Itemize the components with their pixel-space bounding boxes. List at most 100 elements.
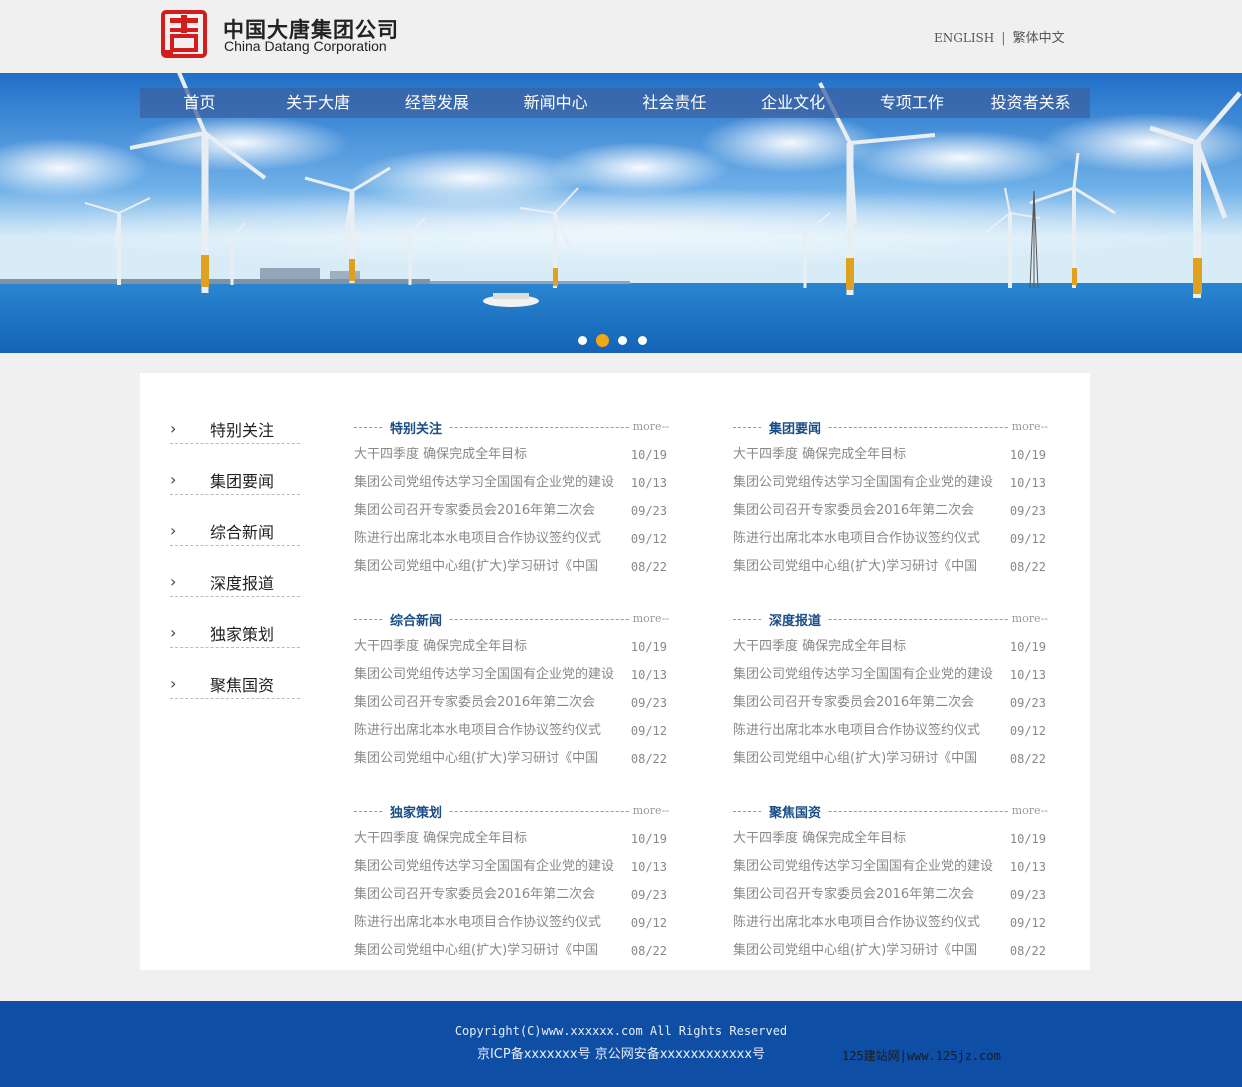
sidebar-item[interactable]: › 独家策划 <box>170 607 300 658</box>
more-link[interactable]: more-- <box>628 612 669 625</box>
news-date: 09/12 <box>630 724 667 738</box>
news-item[interactable]: 集团公司党组传达学习全国国有企业党的建设 10/13 <box>354 661 669 689</box>
news-item[interactable]: 大干四季度 确保完成全年目标 10/19 <box>733 633 1048 661</box>
news-date: 08/22 <box>1009 560 1046 574</box>
news-title: 集团公司召开专家委员会2016年第二次会 <box>354 503 596 518</box>
lang-traditional-link[interactable]: 繁体中文 <box>1013 31 1065 46</box>
news-date: 09/23 <box>630 504 667 518</box>
news-item[interactable]: 集团公司党组传达学习全国国有企业党的建设 10/13 <box>733 469 1048 497</box>
news-item[interactable]: 集团公司党组传达学习全国国有企业党的建设 10/13 <box>733 853 1048 881</box>
news-item[interactable]: 集团公司党组传达学习全国国有企业党的建设 10/13 <box>354 469 669 497</box>
more-link[interactable]: more-- <box>628 420 669 433</box>
footer-icp: 京ICP备xxxxxxx号 京公网安备xxxxxxxxxxxx号 <box>476 1047 766 1062</box>
news-item[interactable]: 陈进行出席北本水电项目合作协议签约仪式 09/12 <box>733 909 1048 937</box>
news-date: 08/22 <box>1009 944 1046 958</box>
news-item[interactable]: 大干四季度 确保完成全年目标 10/19 <box>354 441 669 469</box>
news-item[interactable]: 集团公司党组中心组(扩大)学习研讨《中国 08/22 <box>354 745 669 773</box>
slider-dots <box>578 332 658 348</box>
slider-dot[interactable] <box>596 333 609 347</box>
more-link[interactable]: more-- <box>1007 612 1048 625</box>
nav-item-special[interactable]: 专项工作 <box>853 88 972 118</box>
chevron-right-icon: › <box>170 470 177 489</box>
news-date: 09/23 <box>1009 888 1046 902</box>
news-item[interactable]: 陈进行出席北本水电项目合作协议签约仪式 09/12 <box>733 717 1048 745</box>
sidebar-item[interactable]: › 深度报道 <box>170 556 300 607</box>
news-item[interactable]: 集团公司召开专家委员会2016年第二次会 09/23 <box>733 497 1048 525</box>
news-title: 集团公司党组传达学习全国国有企业党的建设 <box>733 667 994 682</box>
news-date: 10/19 <box>630 448 667 462</box>
news-title: 集团公司党组中心组(扩大)学习研讨《中国 <box>354 559 599 574</box>
news-title: 陈进行出席北本水电项目合作协议签约仪式 <box>733 531 981 546</box>
news-item[interactable]: 大干四季度 确保完成全年目标 10/19 <box>733 441 1048 469</box>
news-section: 综合新闻 more-- 大干四季度 确保完成全年目标 10/19 集团公司党组传达学习全… <box>354 607 669 773</box>
news-title: 集团公司党组传达学习全国国有企业党的建设 <box>733 475 994 490</box>
section-title: 独家策划 <box>384 802 449 821</box>
news-title: 大干四季度 确保完成全年目标 <box>733 447 907 462</box>
section-title: 聚焦国资 <box>763 802 828 821</box>
news-item[interactable]: 集团公司召开专家委员会2016年第二次会 09/23 <box>733 689 1048 717</box>
news-item[interactable]: 大干四季度 确保完成全年目标 10/19 <box>354 633 669 661</box>
section-header: 特别关注 more-- <box>354 415 669 441</box>
news-item[interactable]: 陈进行出席北本水电项目合作协议签约仪式 09/12 <box>354 525 669 553</box>
sidebar-item[interactable]: › 聚焦国资 <box>170 658 300 709</box>
news-item[interactable]: 陈进行出席北本水电项目合作协议签约仪式 09/12 <box>733 525 1048 553</box>
more-label: more <box>632 804 662 817</box>
section-title: 综合新闻 <box>384 610 449 629</box>
logo[interactable]: 中国大唐集团公司 China Datang Corporation <box>160 10 410 60</box>
lang-english-link[interactable]: ENGLISH <box>934 31 994 45</box>
more-link[interactable]: more-- <box>1007 420 1048 433</box>
divider <box>170 647 300 648</box>
section-header: 深度报道 more-- <box>733 607 1048 633</box>
main-nav: 首页 关于大唐 经营发展 新闻中心 社会责任 企业文化 专项工作 投资者关系 <box>140 88 1090 118</box>
divider <box>170 545 300 546</box>
nav-item-investors[interactable]: 投资者关系 <box>971 88 1090 118</box>
news-item[interactable]: 陈进行出席北本水电项目合作协议签约仪式 09/12 <box>354 909 669 937</box>
sidebar-item[interactable]: › 综合新闻 <box>170 505 300 556</box>
news-date: 08/22 <box>630 560 667 574</box>
news-item[interactable]: 陈进行出席北本水电项目合作协议签约仪式 09/12 <box>354 717 669 745</box>
sidebar-item[interactable]: › 集团要闻 <box>170 454 300 505</box>
section-header: 独家策划 more-- <box>354 799 669 825</box>
news-item[interactable]: 集团公司党组传达学习全国国有企业党的建设 10/13 <box>733 661 1048 689</box>
main-content: › 特别关注 › 集团要闻 › 综合新闻 › 深度报道 › 独家策划 › 聚焦国资 特别关注 more-… <box>140 373 1090 970</box>
news-section: 独家策划 more-- 大干四季度 确保完成全年目标 10/19 集团公司党组传达学习全… <box>354 799 669 965</box>
news-item[interactable]: 集团公司召开专家委员会2016年第二次会 09/23 <box>733 881 1048 909</box>
nav-item-responsibility[interactable]: 社会责任 <box>615 88 734 118</box>
slider-dot[interactable] <box>578 335 587 345</box>
news-title: 集团公司召开专家委员会2016年第二次会 <box>354 887 596 902</box>
news-title: 集团公司召开专家委员会2016年第二次会 <box>733 695 975 710</box>
nav-item-culture[interactable]: 企业文化 <box>734 88 853 118</box>
more-label: more <box>1011 612 1041 625</box>
nav-item-about[interactable]: 关于大唐 <box>259 88 378 118</box>
news-item[interactable]: 集团公司召开专家委员会2016年第二次会 09/23 <box>354 497 669 525</box>
nav-item-home[interactable]: 首页 <box>140 88 259 118</box>
sidebar-item[interactable]: › 特别关注 <box>170 403 300 454</box>
more-label: more <box>1011 420 1041 433</box>
chevron-right-icon: › <box>170 521 177 540</box>
section-title: 深度报道 <box>763 610 828 629</box>
news-item[interactable]: 集团公司党组中心组(扩大)学习研讨《中国 08/22 <box>354 937 669 965</box>
news-item[interactable]: 集团公司党组中心组(扩大)学习研讨《中国 08/22 <box>733 937 1048 965</box>
news-item[interactable]: 集团公司召开专家委员会2016年第二次会 09/23 <box>354 689 669 717</box>
news-item[interactable]: 大干四季度 确保完成全年目标 10/19 <box>733 825 1048 853</box>
nav-item-news[interactable]: 新闻中心 <box>496 88 615 118</box>
slider-dot[interactable] <box>618 335 627 345</box>
news-item[interactable]: 集团公司党组中心组(扩大)学习研讨《中国 08/22 <box>354 553 669 581</box>
nav-item-business[interactable]: 经营发展 <box>378 88 497 118</box>
slider-dot[interactable] <box>638 335 647 345</box>
sidebar-item-label: 特别关注 <box>210 421 275 440</box>
news-item[interactable]: 集团公司党组传达学习全国国有企业党的建设 10/13 <box>354 853 669 881</box>
news-item[interactable]: 集团公司召开专家委员会2016年第二次会 09/23 <box>354 881 669 909</box>
section-title: 特别关注 <box>384 418 449 437</box>
more-link[interactable]: more-- <box>628 804 669 817</box>
news-section: 集团要闻 more-- 大干四季度 确保完成全年目标 10/19 集团公司党组传达学习全… <box>733 415 1048 581</box>
news-title: 集团公司党组传达学习全国国有企业党的建设 <box>354 475 615 490</box>
news-date: 09/12 <box>1009 916 1046 930</box>
news-item[interactable]: 集团公司党组中心组(扩大)学习研讨《中国 08/22 <box>733 553 1048 581</box>
more-link[interactable]: more-- <box>1007 804 1048 817</box>
news-item[interactable]: 大干四季度 确保完成全年目标 10/19 <box>354 825 669 853</box>
news-item[interactable]: 集团公司党组中心组(扩大)学习研讨《中国 08/22 <box>733 745 1048 773</box>
chevron-right-icon: › <box>170 623 177 642</box>
news-list: 大干四季度 确保完成全年目标 10/19 集团公司党组传达学习全国国有企业党的建设 1… <box>733 633 1048 773</box>
news-title: 陈进行出席北本水电项目合作协议签约仪式 <box>354 531 602 546</box>
